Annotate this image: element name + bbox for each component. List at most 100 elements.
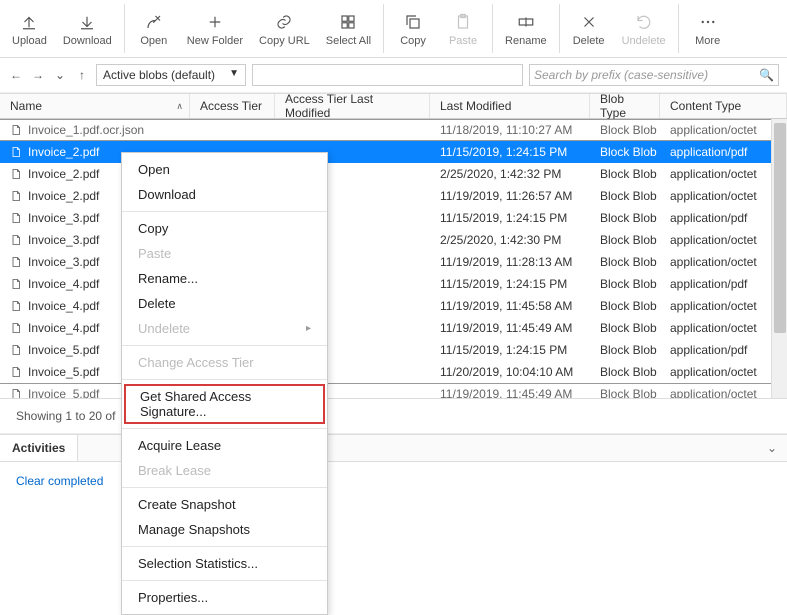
column-name[interactable]: Name∧ bbox=[0, 94, 190, 118]
undelete-icon bbox=[635, 11, 653, 33]
menu-separator bbox=[122, 487, 327, 488]
cell-blob-type: Block Blob bbox=[590, 233, 660, 247]
cell-content-type: application/octet bbox=[660, 233, 787, 247]
copy-url-button[interactable]: Copy URL bbox=[251, 4, 318, 53]
more-icon bbox=[699, 11, 717, 33]
cell-blob-type: Block Blob bbox=[590, 167, 660, 181]
menu-separator bbox=[122, 379, 327, 380]
table-row[interactable]: Invoice_5.pdf11/15/2019, 1:24:15 PMBlock… bbox=[0, 339, 787, 361]
main-toolbar: Upload Download Open New Folder Copy URL… bbox=[0, 0, 787, 58]
back-icon[interactable]: ← bbox=[8, 67, 24, 83]
column-blob-type[interactable]: Blob Type bbox=[590, 94, 660, 118]
cell-modified: 11/15/2019, 1:24:15 PM bbox=[430, 343, 590, 357]
vertical-scrollbar[interactable] bbox=[771, 119, 787, 398]
table-row[interactable]: Invoice_2.pdf2/25/2020, 1:42:32 PMBlock … bbox=[0, 163, 787, 185]
menu-separator bbox=[122, 211, 327, 212]
cell-blob-type: Block Blob bbox=[590, 145, 660, 159]
menu-separator bbox=[122, 580, 327, 581]
open-icon bbox=[145, 11, 163, 33]
column-tier-modified[interactable]: Access Tier Last Modified bbox=[275, 94, 430, 118]
select-all-icon bbox=[339, 11, 357, 33]
link-icon bbox=[275, 11, 293, 33]
cell-content-type: application/octet bbox=[660, 365, 787, 379]
search-input[interactable]: Search by prefix (case-sensitive) 🔍 bbox=[529, 64, 779, 86]
table-row[interactable]: Invoice_5.pdf11/20/2019, 10:04:10 AMBloc… bbox=[0, 361, 787, 383]
cell-modified: 11/15/2019, 1:24:15 PM bbox=[430, 145, 590, 159]
new-folder-button[interactable]: New Folder bbox=[179, 4, 251, 53]
menu-separator bbox=[122, 546, 327, 547]
ctx-rename[interactable]: Rename... bbox=[122, 266, 327, 291]
table-row[interactable]: Invoice_3.pdf2/25/2020, 1:42:30 PMBlock … bbox=[0, 229, 787, 251]
table-row[interactable]: Invoice_1.pdf.ocr.json11/18/2019, 11:10:… bbox=[0, 119, 787, 141]
cell-modified: 11/19/2019, 11:28:13 AM bbox=[430, 255, 590, 269]
cell-modified: 11/19/2019, 11:45:49 AM bbox=[430, 387, 590, 399]
cell-content-type: application/octet bbox=[660, 255, 787, 269]
menu-separator bbox=[122, 345, 327, 346]
cell-modified: 11/15/2019, 1:24:15 PM bbox=[430, 211, 590, 225]
table-row[interactable]: Invoice_2.pdf11/15/2019, 1:24:15 PMBlock… bbox=[0, 141, 787, 163]
search-icon: 🔍 bbox=[759, 68, 774, 82]
ctx-delete[interactable]: Delete bbox=[122, 291, 327, 316]
undelete-button: Undelete bbox=[614, 4, 674, 53]
delete-button[interactable]: Delete bbox=[564, 4, 614, 53]
copy-button[interactable]: Copy bbox=[388, 4, 438, 53]
search-placeholder: Search by prefix (case-sensitive) bbox=[534, 68, 708, 82]
cell-blob-type: Block Blob bbox=[590, 277, 660, 291]
clear-completed-link[interactable]: Clear completed bbox=[16, 474, 103, 488]
cell-content-type: application/pdf bbox=[660, 145, 787, 159]
table-row[interactable]: Invoice_4.pdf11/15/2019, 1:24:15 PMBlock… bbox=[0, 273, 787, 295]
ctx-manage-snapshots[interactable]: Manage Snapshots bbox=[122, 517, 327, 542]
ctx-selection-stats[interactable]: Selection Statistics... bbox=[122, 551, 327, 576]
table-row[interactable]: Invoice_3.pdf11/15/2019, 1:24:15 PMBlock… bbox=[0, 207, 787, 229]
paste-button: Paste bbox=[438, 4, 488, 53]
blob-filter-dropdown[interactable]: Active blobs (default) ▼ bbox=[96, 64, 246, 86]
cell-blob-type: Block Blob bbox=[590, 189, 660, 203]
ctx-download[interactable]: Download bbox=[122, 182, 327, 207]
cell-blob-type: Block Blob bbox=[590, 211, 660, 225]
ctx-get-sas[interactable]: Get Shared Access Signature... bbox=[124, 384, 325, 424]
activities-tab[interactable]: Activities bbox=[0, 435, 78, 461]
cell-blob-type: Block Blob bbox=[590, 387, 660, 399]
chevron-down-icon[interactable]: ⌄ bbox=[757, 441, 787, 455]
cell-content-type: application/octet bbox=[660, 167, 787, 181]
cell-blob-type: Block Blob bbox=[590, 321, 660, 335]
scrollbar-thumb[interactable] bbox=[774, 123, 786, 333]
rename-button[interactable]: Rename bbox=[497, 4, 555, 53]
ctx-create-snapshot[interactable]: Create Snapshot bbox=[122, 492, 327, 517]
ctx-break-lease: Break Lease bbox=[122, 458, 327, 483]
more-button[interactable]: More bbox=[683, 4, 733, 53]
delete-icon bbox=[580, 11, 598, 33]
table-row[interactable]: Invoice_2.pdf11/19/2019, 11:26:57 AMBloc… bbox=[0, 185, 787, 207]
up-icon[interactable]: ↑ bbox=[74, 67, 90, 83]
cell-blob-type: Block Blob bbox=[590, 255, 660, 269]
table-row[interactable]: Invoice_4.pdf11/19/2019, 11:45:49 AMBloc… bbox=[0, 317, 787, 339]
forward-icon[interactable]: → bbox=[30, 67, 46, 83]
download-button[interactable]: Download bbox=[55, 4, 120, 53]
ctx-open[interactable]: Open bbox=[122, 157, 327, 182]
address-input[interactable] bbox=[252, 64, 523, 86]
column-content-type[interactable]: Content Type bbox=[660, 94, 787, 118]
upload-button[interactable]: Upload bbox=[4, 4, 55, 53]
cell-modified: 11/18/2019, 11:10:27 AM bbox=[430, 123, 590, 137]
plus-icon bbox=[206, 11, 224, 33]
column-last-modified[interactable]: Last Modified bbox=[430, 94, 590, 118]
cell-content-type: application/pdf bbox=[660, 277, 787, 291]
table-row[interactable]: Invoice_3.pdf11/19/2019, 11:28:13 AMBloc… bbox=[0, 251, 787, 273]
ctx-copy[interactable]: Copy bbox=[122, 216, 327, 241]
cell-content-type: application/pdf bbox=[660, 343, 787, 357]
sort-asc-icon: ∧ bbox=[176, 101, 183, 112]
ctx-acquire-lease[interactable]: Acquire Lease bbox=[122, 433, 327, 458]
table-row[interactable]: Invoice_5.pdf11/19/2019, 11:45:49 AMBloc… bbox=[0, 383, 787, 399]
ctx-properties[interactable]: Properties... bbox=[122, 585, 327, 610]
table-row[interactable]: Invoice_4.pdf11/19/2019, 11:45:58 AMBloc… bbox=[0, 295, 787, 317]
select-all-button[interactable]: Select All bbox=[318, 4, 379, 53]
cell-blob-type: Block Blob bbox=[590, 299, 660, 313]
cell-content-type: application/pdf bbox=[660, 211, 787, 225]
open-button[interactable]: Open bbox=[129, 4, 179, 53]
cell-content-type: application/octet bbox=[660, 299, 787, 313]
column-access-tier[interactable]: Access Tier bbox=[190, 94, 275, 118]
ctx-change-tier: Change Access Tier bbox=[122, 350, 327, 375]
cell-modified: 2/25/2020, 1:42:30 PM bbox=[430, 233, 590, 247]
cell-modified: 11/19/2019, 11:26:57 AM bbox=[430, 189, 590, 203]
caret-down-icon[interactable]: ⌄ bbox=[52, 67, 68, 83]
